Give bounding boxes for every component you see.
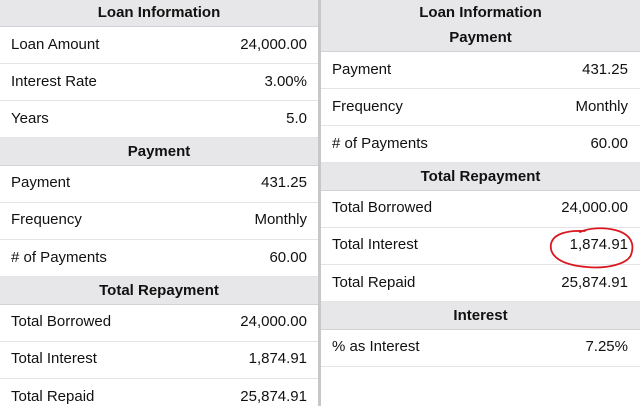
row-frequency[interactable]: Frequency Monthly [0,203,318,240]
row-total-repaid[interactable]: Total Repaid 25,874.91 [0,379,318,406]
row-label: Total Repaid [11,388,95,405]
left-loan-panel: Loan Information Loan Amount 24,000.00 I… [0,0,318,406]
row-years[interactable]: Years 5.0 [0,101,318,138]
row-value: Monthly [575,98,628,115]
row-label: Total Borrowed [11,313,112,330]
row-label: Payment [332,61,392,78]
row-total-interest[interactable]: Total Interest 1,874.91 [0,342,318,379]
row-percent-as-interest[interactable]: % as Interest 7.25% [321,330,640,367]
section-header-total-repayment: Total Repayment [321,163,640,191]
row-value: 60.00 [269,249,307,266]
section-header-interest: Interest [321,302,640,330]
row-label: Total Interest [332,236,418,253]
row-label: Total Interest [11,350,97,367]
row-label: Loan Amount [11,36,100,53]
row-value: Monthly [254,211,307,228]
row-total-repaid[interactable]: Total Repaid 25,874.91 [321,265,640,302]
row-value: 431.25 [582,61,628,78]
row-value: 1,874.91 [248,350,307,367]
row-value: 25,874.91 [561,274,628,291]
section-header-payment: Payment [321,25,640,52]
row-label: Interest Rate [11,73,97,90]
row-value: 3.00% [264,73,307,90]
row-interest-rate[interactable]: Interest Rate 3.00% [0,64,318,101]
row-label: # of Payments [11,249,107,266]
row-value: 60.00 [590,135,628,152]
row-value: 24,000.00 [240,36,307,53]
row-total-interest[interactable]: Total Interest 1,874.91 [321,228,640,265]
row-total-borrowed[interactable]: Total Borrowed 24,000.00 [321,191,640,228]
section-header-loan-information: Loan Information [321,0,640,25]
right-loan-panel: Loan Information Payment Payment 431.25 … [321,0,640,406]
row-value: 25,874.91 [240,388,307,405]
row-label: Frequency [11,211,82,228]
row-value: 24,000.00 [561,199,628,216]
row-label: % as Interest [332,338,420,355]
row-label: Total Borrowed [332,199,433,216]
row-label: Payment [11,174,71,191]
row-number-of-payments[interactable]: # of Payments 60.00 [321,126,640,163]
row-value: 5.0 [286,110,307,127]
row-label: Years [11,110,49,127]
section-header-total-repayment: Total Repayment [0,277,318,305]
section-header-payment: Payment [0,138,318,166]
row-value: 431.25 [261,174,307,191]
row-value: 24,000.00 [240,313,307,330]
row-loan-amount[interactable]: Loan Amount 24,000.00 [0,27,318,64]
row-frequency[interactable]: Frequency Monthly [321,89,640,126]
row-value: 1,874.91 [569,236,628,253]
row-label: Total Repaid [332,274,416,291]
row-payment[interactable]: Payment 431.25 [321,52,640,89]
row-payment[interactable]: Payment 431.25 [0,166,318,203]
row-label: Frequency [332,98,403,115]
row-label: # of Payments [332,135,428,152]
section-header-loan-information: Loan Information [0,0,318,27]
row-total-borrowed[interactable]: Total Borrowed 24,000.00 [0,305,318,342]
row-number-of-payments[interactable]: # of Payments 60.00 [0,240,318,277]
row-value: 7.25% [585,338,628,355]
